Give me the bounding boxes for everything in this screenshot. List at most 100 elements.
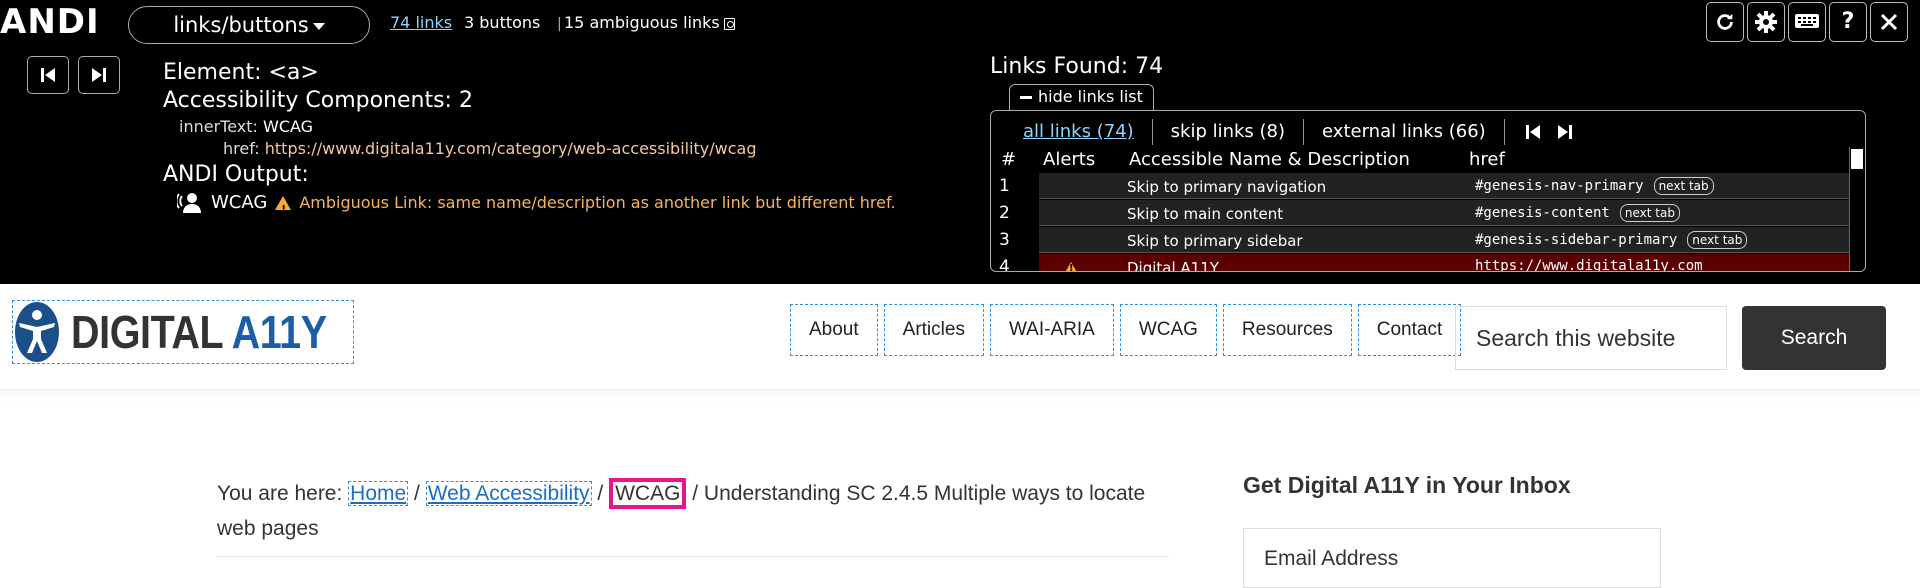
nav-articles[interactable]: Articles	[883, 304, 984, 356]
help-icon: ?	[1841, 9, 1855, 34]
links-table-header: # Alerts Accessible Name & Description h…	[991, 149, 1851, 171]
keyboard-icon	[1795, 14, 1819, 28]
nav-contact[interactable]: Contact	[1357, 304, 1462, 356]
primary-nav: About Articles WAI-ARIA WCAG Resources C…	[790, 304, 1462, 356]
previous-element-button[interactable]	[27, 56, 69, 94]
row-href-text: #genesis-content	[1475, 205, 1610, 221]
row-cell[interactable]: Skip to primary sidebar #genesis-sidebar…	[1039, 227, 1849, 253]
refresh-icon	[1717, 13, 1733, 30]
skip-previous-icon	[41, 68, 55, 82]
search-input[interactable]: Search this website	[1455, 306, 1727, 370]
site-title[interactable]: DIGITAL A11Y	[71, 305, 327, 359]
row-href-text: #genesis-nav-primary	[1475, 178, 1644, 194]
row-alert	[1063, 259, 1079, 271]
site-title-dark: DIGITAL	[71, 306, 232, 358]
row-href: #genesis-nav-primary next tab	[1475, 177, 1714, 195]
tab-skip-links[interactable]: skip links (8)	[1153, 119, 1305, 145]
next-tab-badge: next tab	[1687, 231, 1748, 249]
keyboard-button[interactable]	[1788, 2, 1826, 42]
tab-all-links[interactable]: all links (74)	[1005, 119, 1153, 145]
list-next-icon[interactable]	[1555, 122, 1575, 142]
site-logo-link[interactable]: DIGITAL A11Y	[12, 300, 354, 364]
breadcrumb-web-accessibility[interactable]: Web Accessibility	[425, 481, 592, 506]
site-title-accent: A11Y	[231, 306, 327, 358]
table-row[interactable]: 1 Skip to primary navigation #genesis-na…	[991, 173, 1849, 200]
nav-wai-aria[interactable]: WAI-ARIA	[989, 304, 1114, 356]
close-icon	[1880, 13, 1898, 31]
ambiguous-count[interactable]: 15 ambiguous links	[564, 13, 735, 32]
scrollbar-thumb[interactable]	[1851, 149, 1863, 169]
content-divider	[217, 556, 1169, 557]
help-button[interactable]: ?	[1829, 2, 1867, 42]
nav-about[interactable]: About	[790, 304, 878, 356]
components-count: Accessibility Components: 2	[163, 88, 473, 113]
ambiguous-count-text: 15 ambiguous links	[564, 13, 720, 32]
module-label: links/buttons	[173, 13, 309, 37]
list-previous-icon[interactable]	[1523, 122, 1543, 142]
breadcrumb-wcag-highlighted[interactable]: WCAG	[609, 478, 687, 509]
row-cell[interactable]: Skip to primary navigation #genesis-nav-…	[1039, 173, 1849, 199]
row-name[interactable]: Skip to primary sidebar	[1127, 232, 1303, 250]
links-table-body: 1 Skip to primary navigation #genesis-na…	[991, 173, 1849, 272]
row-href: #genesis-sidebar-primary next tab	[1475, 231, 1748, 249]
row-name[interactable]: Digital A11Y	[1127, 259, 1219, 271]
minus-icon	[1020, 96, 1032, 99]
links-found: Links Found: 74	[990, 54, 1164, 79]
row-href-text: #genesis-sidebar-primary	[1475, 232, 1678, 248]
links-count-text[interactable]: 74 links	[390, 13, 452, 32]
search-button[interactable]: Search	[1742, 306, 1886, 370]
settings-button[interactable]	[1747, 2, 1785, 42]
innertext-key: innerText:	[179, 117, 258, 136]
skip-next-icon	[92, 68, 106, 82]
col-name[interactable]: Accessible Name & Description	[1129, 149, 1410, 170]
links-list-scrollbar[interactable]	[1849, 147, 1863, 271]
col-number[interactable]: #	[1001, 149, 1016, 170]
andi-output: WCAG Ambiguous Link: same name/descripti…	[177, 190, 896, 223]
links-count-link[interactable]: 74 links	[390, 13, 452, 32]
next-element-button[interactable]	[78, 56, 120, 94]
innertext-value: WCAG	[263, 117, 314, 136]
tab-external-links[interactable]: external links (66)	[1304, 119, 1505, 145]
accessibility-icon	[15, 302, 59, 362]
col-alerts[interactable]: Alerts	[1043, 149, 1095, 170]
magnifier-icon[interactable]	[723, 17, 735, 30]
hide-links-list-button[interactable]: hide links list	[1009, 84, 1154, 110]
close-button[interactable]	[1870, 2, 1908, 42]
row-name[interactable]: Skip to primary navigation	[1127, 178, 1326, 196]
ambiguous-warning: Ambiguous Link: same name/description as…	[299, 193, 896, 212]
hide-links-label: hide links list	[1038, 87, 1143, 106]
href-value: https://www.digitala11y.com/category/web…	[264, 139, 757, 158]
table-row[interactable]: 4 Digital A11Y https://www.digitala11y.c…	[991, 254, 1849, 272]
speaker-icon	[177, 193, 201, 213]
row-href: #genesis-content next tab	[1475, 204, 1680, 222]
breadcrumb-home[interactable]: Home	[348, 481, 409, 506]
breadcrumb: You are here: Home / Web Accessibility /…	[217, 476, 1177, 546]
andi-logo: ANDI	[0, 2, 100, 42]
andi-toolbar: ANDI links/buttons 74 links 3 buttons | …	[0, 0, 1920, 284]
href-component: href: https://www.digitala11y.com/catego…	[223, 138, 896, 160]
row-href: https://www.digitala11y.com	[1475, 258, 1703, 272]
row-number: 4	[999, 257, 1010, 272]
table-row[interactable]: 3 Skip to primary sidebar #genesis-sideb…	[991, 227, 1849, 254]
output-name: WCAG	[211, 192, 268, 213]
innertext-component: innerText: WCAG	[179, 116, 896, 138]
row-name[interactable]: Skip to main content	[1127, 205, 1283, 223]
caret-down-icon	[312, 22, 325, 30]
next-tab-badge: next tab	[1619, 204, 1680, 222]
col-href[interactable]: href	[1469, 149, 1505, 170]
breadcrumb-prefix: You are here:	[217, 482, 343, 505]
sidebar-newsletter-title: Get Digital A11Y in Your Inbox	[1243, 472, 1571, 498]
row-cell[interactable]: Digital A11Y https://www.digitala11y.com	[1039, 254, 1849, 272]
row-number: 1	[999, 176, 1010, 196]
email-field[interactable]: Email Address	[1243, 528, 1661, 588]
warning-icon	[1063, 261, 1079, 271]
refresh-button[interactable]	[1706, 2, 1744, 42]
next-tab-badge: next tab	[1653, 177, 1714, 195]
nav-resources[interactable]: Resources	[1222, 304, 1352, 356]
table-row[interactable]: 2 Skip to main content #genesis-content n…	[991, 200, 1849, 227]
site-header: DIGITAL A11Y About Articles WAI-ARIA WCA…	[0, 284, 1920, 390]
links-list-tabs: all links (74) skip links (8) external l…	[1005, 119, 1575, 145]
nav-wcag[interactable]: WCAG	[1119, 304, 1217, 356]
module-select-button[interactable]: links/buttons	[128, 6, 370, 44]
row-cell[interactable]: Skip to main content #genesis-content nex…	[1039, 200, 1849, 226]
